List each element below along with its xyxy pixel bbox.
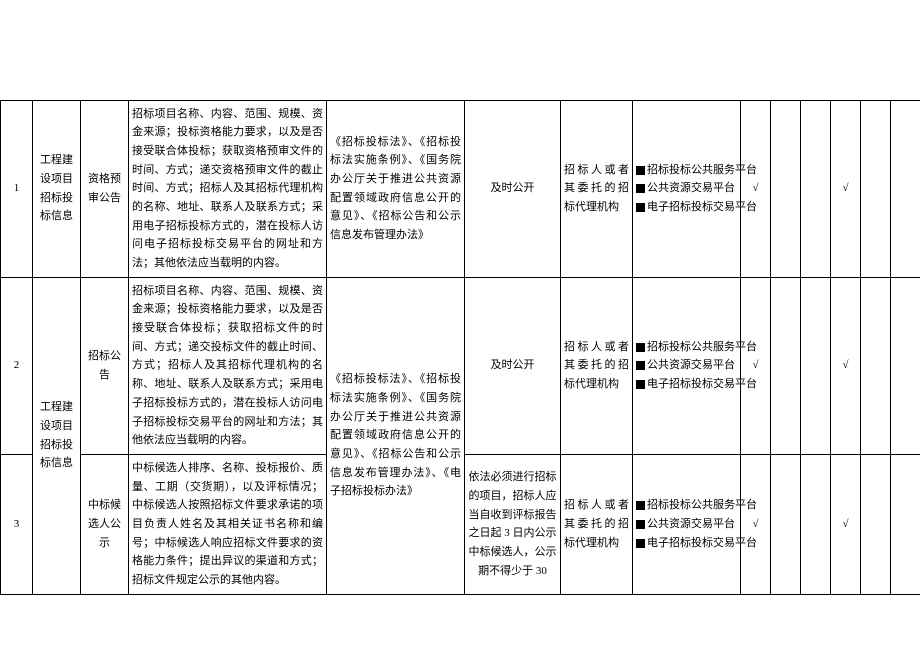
square-icon (636, 501, 645, 510)
time-cell: 依法必须进行招标的项目，招标人应当自收到评标报告之日起 3 日内公示中标候选人，… (465, 454, 561, 594)
check-cell (891, 100, 920, 277)
channel-label: 公共资源交易平台 (647, 518, 735, 530)
subject-cell: 招标人或者其委托的招标代理机构 (561, 454, 633, 594)
check-cell (771, 454, 801, 594)
table-row: 1 工程建设项目招标投标信息 资格预审公告 招标项目名称、内容、范围、规模、资金… (1, 100, 920, 277)
channel-cell: 招标投标公共服务平台 公共资源交易平台 电子招标投标交易平台 (633, 277, 741, 454)
basis-cell: 《招标投标法》、《招标投标法实施条例》、《国务院办公厅关于推进公共资源配置领域政… (327, 100, 465, 277)
type-cell: 资格预审公告 (81, 100, 129, 277)
check-cell: √ (831, 454, 861, 594)
square-icon (636, 361, 645, 370)
check-cell (771, 100, 801, 277)
check-cell (861, 277, 891, 454)
check-cell: √ (831, 277, 861, 454)
square-icon (636, 343, 645, 352)
channel-label: 电子招标投标交易平台 (647, 201, 757, 213)
table-row: 2 工程建设项目招标投标信息 招标公告 招标项目名称、内容、范围、规模、资金来源… (1, 277, 920, 454)
channel-label: 电子招标投标交易平台 (647, 378, 757, 390)
bidding-info-table: 1 工程建设项目招标投标信息 资格预审公告 招标项目名称、内容、范围、规模、资金… (0, 0, 920, 595)
check-cell (801, 277, 831, 454)
square-icon (636, 539, 645, 548)
check-cell (891, 454, 920, 594)
row-number: 3 (1, 454, 33, 594)
time-cell: 及时公开 (465, 277, 561, 454)
check-cell (801, 100, 831, 277)
check-cell: √ (741, 454, 771, 594)
row-number: 1 (1, 100, 33, 277)
channel-cell: 招标投标公共服务平台 公共资源交易平台 电子招标投标交易平台 (633, 100, 741, 277)
check-cell (801, 454, 831, 594)
basis-cell: 《招标投标法》、《招标投标法实施条例》、《国务院办公厅关于推进公共资源配置领域政… (327, 277, 465, 594)
top-spacer (1, 0, 920, 100)
check-cell (861, 454, 891, 594)
row-number: 2 (1, 277, 33, 454)
check-cell: √ (741, 100, 771, 277)
channel-label: 招标投标公共服务平台 (647, 499, 757, 511)
time-cell: 及时公开 (465, 100, 561, 277)
type-cell: 招标公告 (81, 277, 129, 454)
category-cell: 工程建设项目招标投标信息 (33, 277, 81, 594)
channel-label: 招标投标公共服务平台 (647, 164, 757, 176)
square-icon (636, 520, 645, 529)
square-icon (636, 380, 645, 389)
content-cell: 招标项目名称、内容、范围、规模、资金来源；投标资格能力要求，以及是否接受联合体投… (129, 277, 327, 454)
check-cell (891, 277, 920, 454)
channel-label: 招标投标公共服务平台 (647, 341, 757, 353)
channel-label: 电子招标投标交易平台 (647, 537, 757, 549)
content-cell: 中标候选人排序、名称、投标报价、质量、工期（交货期），以及评标情况；中标候选人按… (129, 454, 327, 594)
content-cell: 招标项目名称、内容、范围、规模、资金来源；投标资格能力要求，以及是否接受联合体投… (129, 100, 327, 277)
channel-label: 公共资源交易平台 (647, 359, 735, 371)
type-cell: 中标候选人公示 (81, 454, 129, 594)
square-icon (636, 184, 645, 193)
square-icon (636, 166, 645, 175)
subject-cell: 招标人或者其委托的招标代理机构 (561, 100, 633, 277)
channel-label: 公共资源交易平台 (647, 182, 735, 194)
check-cell: √ (741, 277, 771, 454)
square-icon (636, 203, 645, 212)
category-cell: 工程建设项目招标投标信息 (33, 100, 81, 277)
check-cell (771, 277, 801, 454)
check-cell (861, 100, 891, 277)
check-cell: √ (831, 100, 861, 277)
subject-cell: 招标人或者其委托的招标代理机构 (561, 277, 633, 454)
channel-cell: 招标投标公共服务平台 公共资源交易平台 电子招标投标交易平台 (633, 454, 741, 594)
